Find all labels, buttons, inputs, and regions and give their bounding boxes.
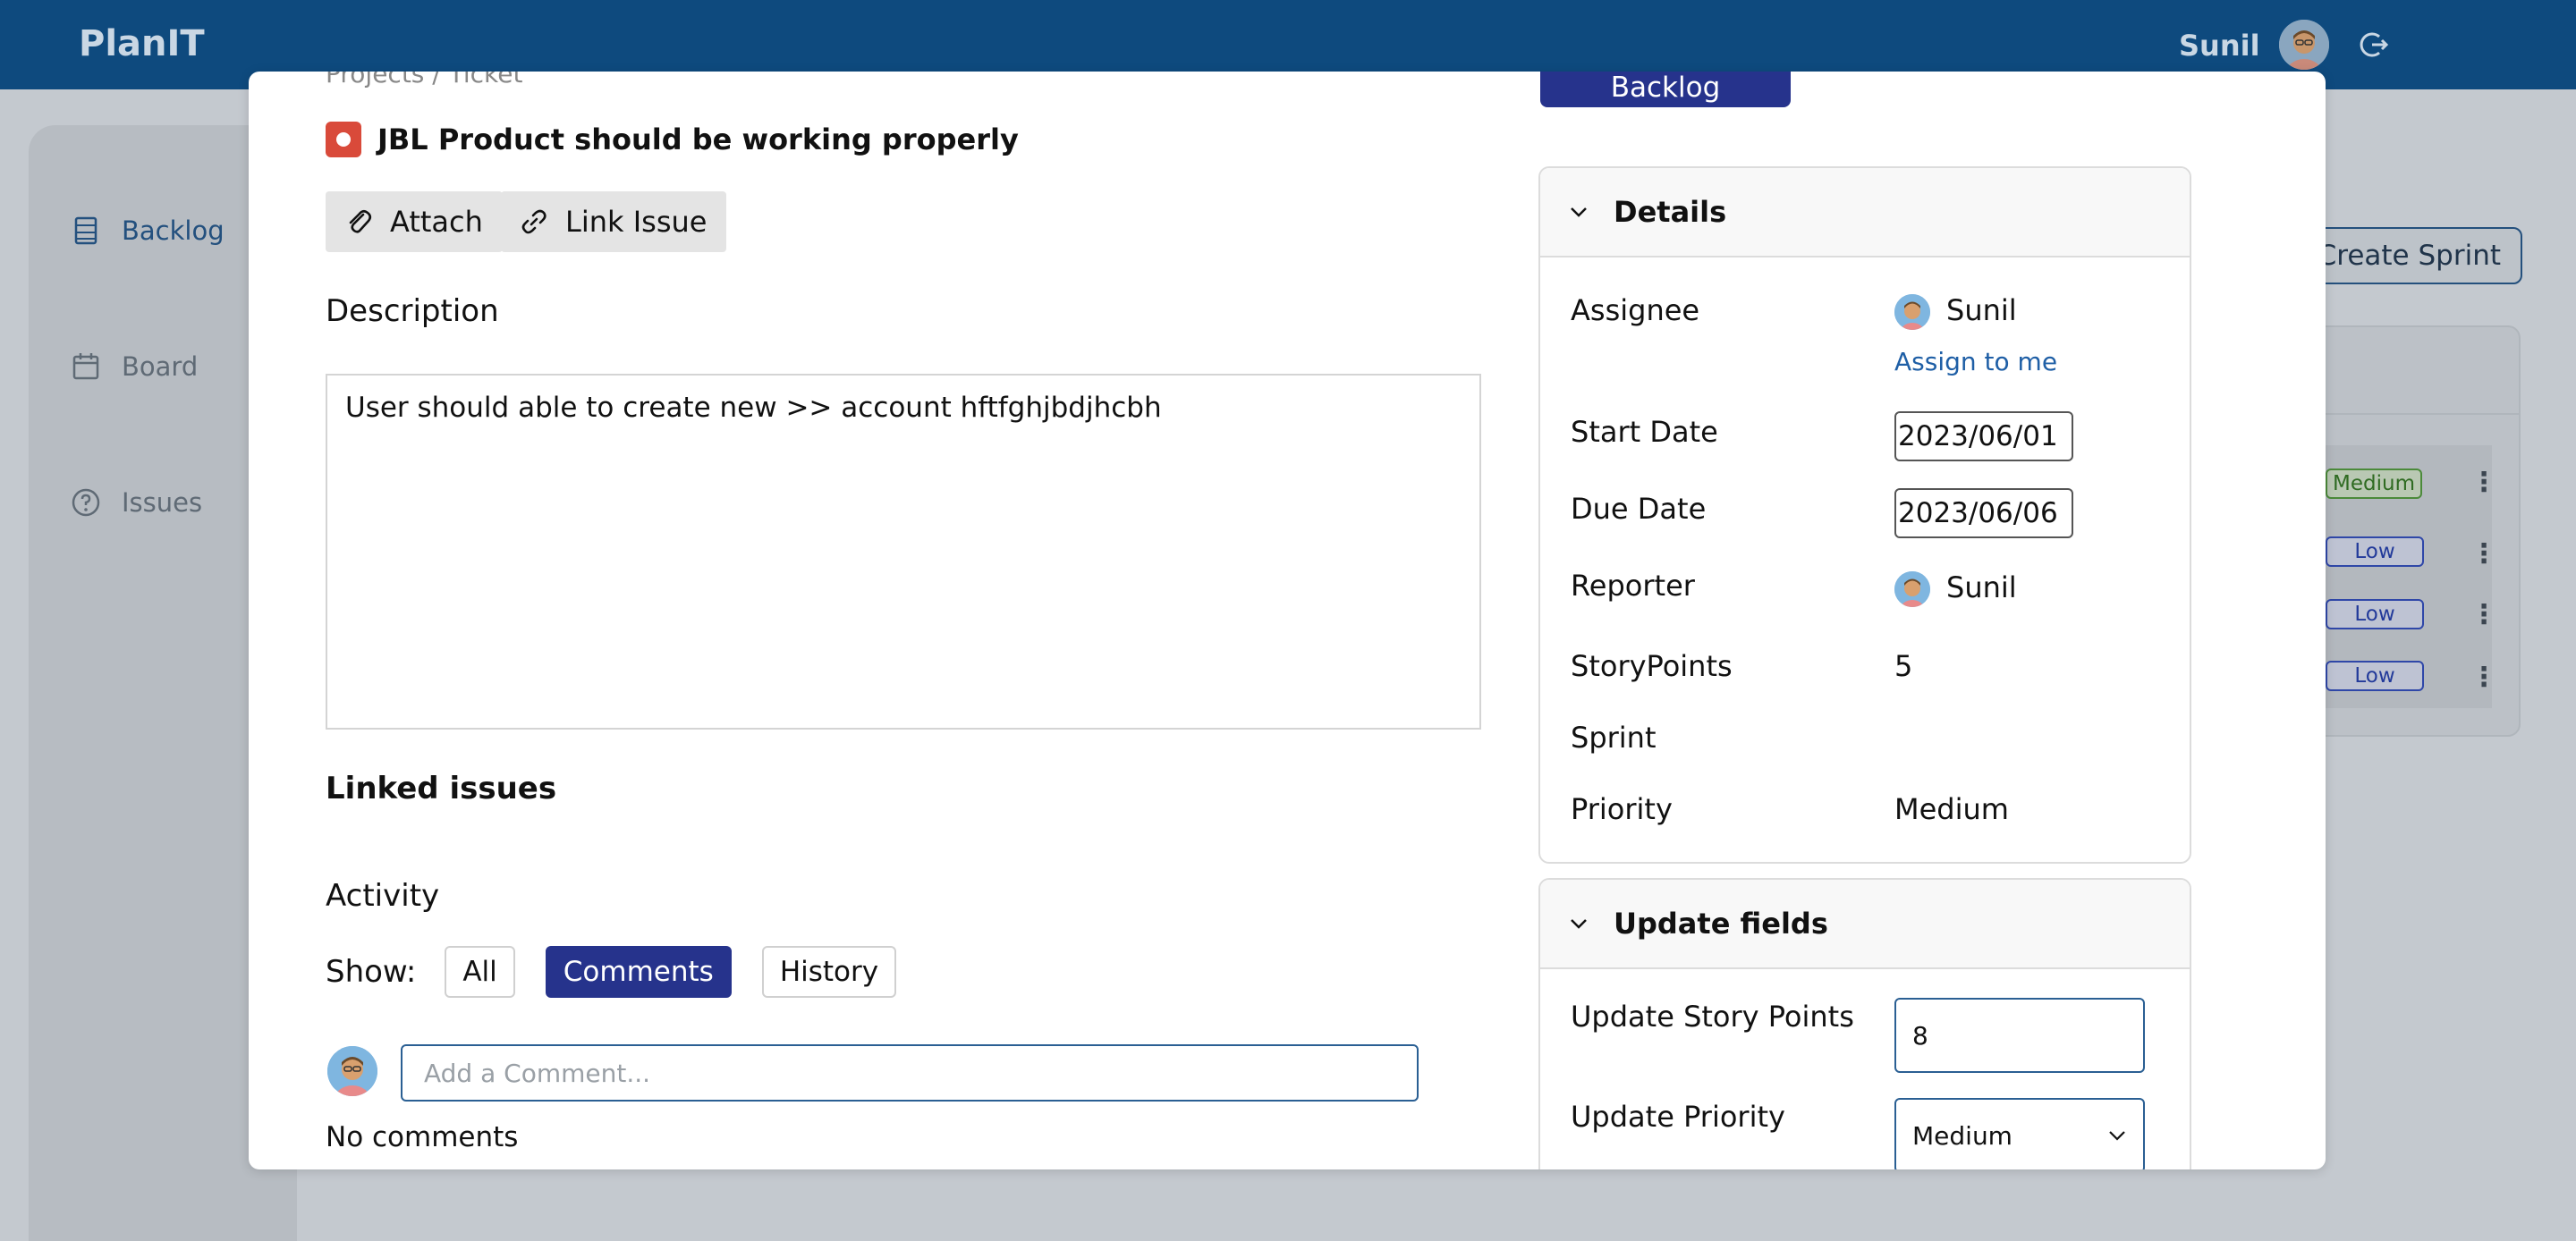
due-date-field[interactable]: 2023/06/06 [1894,488,2073,538]
assignee-value: Sunil [1894,293,2017,330]
details-heading: Details [1614,195,1727,229]
story-points-label: StoryPoints [1571,649,1733,683]
reporter-value: Sunil [1894,570,2017,607]
user-name: Sunil [2179,29,2260,63]
details-header[interactable]: Details [1540,168,2190,257]
description-heading: Description [326,293,499,329]
reporter-label: Reporter [1571,569,1695,603]
calendar-icon [72,353,99,380]
link-issue-label: Link Issue [565,205,708,239]
update-fields-heading: Update fields [1614,907,1828,941]
activity-filters: Show: All Comments History [326,946,897,998]
avatar [1894,571,1930,607]
update-story-points-input[interactable]: 8 [1894,998,2145,1073]
update-priority-select[interactable]: Medium [1894,1098,2145,1169]
priority-label: Priority [1571,792,1673,826]
kebab-menu-icon[interactable]: ⋮ [2470,467,2497,498]
filter-comments-button[interactable]: Comments [545,946,732,998]
backlog-icon [74,216,97,245]
due-date-label: Due Date [1571,492,1707,526]
app-brand[interactable]: PlanIT [79,23,205,64]
comment-input[interactable] [401,1044,1419,1102]
sidebar-item-label: Board [122,351,199,382]
create-sprint-button[interactable]: Create Sprint [2308,227,2522,284]
sprint-label: Sprint [1571,721,1657,755]
paperclip-icon [349,209,372,233]
update-priority-value: Medium [1912,1120,2012,1151]
issue-modal: Projects / Ticket Backlog JBL Product sh… [249,72,2326,1169]
details-panel: Details Assignee Sunil Assign to me Star… [1538,166,2191,864]
sidebar-item-backlog[interactable]: Backlog [70,215,225,247]
update-fields-header[interactable]: Update fields [1540,880,2190,969]
start-date-label: Start Date [1571,415,1718,449]
linked-issues-heading: Linked issues [326,771,557,806]
activity-heading: Activity [326,878,440,914]
chevron-down-icon [1571,919,1587,929]
issue-title: JBL Product should be working properly [326,122,1019,157]
kebab-menu-icon[interactable]: ⋮ [2470,662,2497,693]
sidebar-item-board[interactable]: Board [70,350,198,383]
issue-title-text[interactable]: JBL Product should be working properly [377,122,1019,156]
reporter-name: Sunil [1946,570,2017,604]
sidebar-item-label: Issues [122,487,203,518]
attach-button[interactable]: Attach [326,191,503,252]
filter-history-button[interactable]: History [761,946,897,998]
kebab-menu-icon[interactable]: ⋮ [2470,599,2497,630]
story-points-value: 5 [1894,649,1913,683]
filter-all-button[interactable]: All [445,946,515,998]
description-editor[interactable]: User should able to create new >> accoun… [326,374,1481,730]
logout-icon[interactable] [2356,27,2392,63]
assignee-name: Sunil [1946,293,2017,327]
chevron-down-icon [2109,1131,2125,1141]
priority-badge: Medium [2326,469,2422,499]
help-circle-icon [72,488,100,517]
priority-badge: Low [2326,661,2424,691]
no-comments-text: No comments [326,1121,519,1153]
start-date-field[interactable]: 2023/06/01 [1894,411,2073,461]
priority-badge: Low [2326,536,2424,567]
kebab-menu-icon[interactable]: ⋮ [2470,538,2497,570]
chevron-down-icon [1571,207,1587,217]
breadcrumb: Projects / Ticket [326,72,523,89]
status-button[interactable]: Backlog [1540,72,1791,107]
user-avatar[interactable] [2279,20,2329,70]
bug-icon [326,122,361,157]
avatar [327,1046,377,1096]
link-issue-button[interactable]: Link Issue [501,191,727,252]
priority-value: Medium [1894,792,2009,826]
priority-badge: Low [2326,599,2424,629]
avatar [1894,294,1930,330]
attach-label: Attach [390,205,483,239]
link-icon [521,209,547,234]
show-label: Show: [326,954,417,990]
sidebar-item-issues[interactable]: Issues [70,486,202,519]
update-priority-label: Update Priority [1571,1100,1785,1134]
divider [2308,413,2521,415]
update-fields-panel: Update fields Update Story Points 8 Upda… [1538,878,2191,1169]
update-story-points-label: Update Story Points [1571,1000,1854,1034]
assignee-label: Assignee [1571,293,1700,327]
sidebar-item-label: Backlog [122,215,225,246]
assign-to-me-link[interactable]: Assign to me [1894,347,2057,376]
